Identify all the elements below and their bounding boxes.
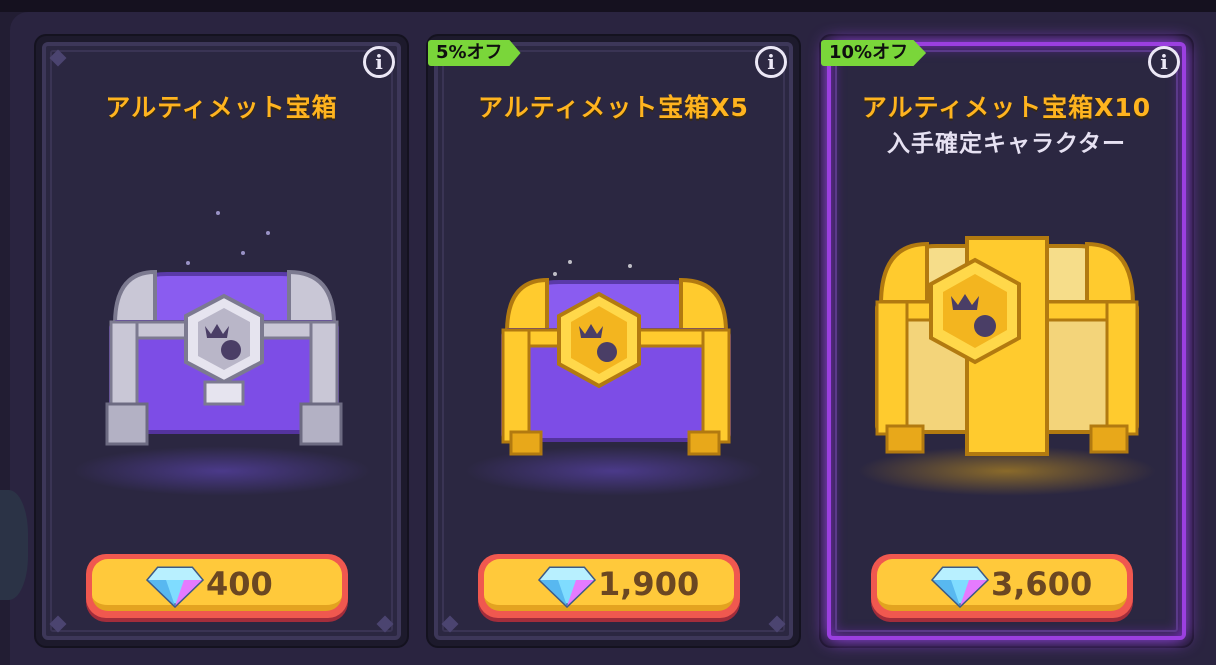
- card-title: アルティメット宝箱: [105, 93, 338, 122]
- diamond-icon: [931, 566, 989, 608]
- buy-button[interactable]: 400: [86, 554, 348, 618]
- buy-button[interactable]: 3,600: [871, 554, 1133, 618]
- info-button[interactable]: i: [363, 46, 395, 78]
- gold-chest-icon: [874, 236, 1139, 456]
- discount-badge: 10%オフ: [821, 40, 927, 66]
- discount-badge: 5%オフ: [428, 40, 521, 66]
- chest-card-ultimate[interactable]: i アルティメット宝箱 400: [36, 36, 407, 646]
- diamond-icon: [146, 566, 204, 608]
- card-subtitle: 入手確定キャラクター: [886, 131, 1127, 157]
- top-bar: [0, 0, 1216, 12]
- price-value: 1,900: [598, 565, 700, 603]
- price-value: 3,600: [991, 565, 1093, 603]
- chest-card-ultimate-x5[interactable]: 5%オフ i アルティメット宝箱X5 1,900: [428, 36, 799, 646]
- info-button[interactable]: i: [755, 46, 787, 78]
- info-button[interactable]: i: [1148, 46, 1180, 78]
- price-value: 400: [206, 565, 273, 603]
- chest-card-ultimate-x10[interactable]: 10%オフ i アルティメット宝箱X10 入手確定キャラクター 3,600: [821, 36, 1192, 646]
- diamond-icon: [538, 566, 596, 608]
- purple-gold-chest-icon: [500, 277, 731, 456]
- card-title: アルティメット宝箱X5: [478, 93, 749, 122]
- buy-button[interactable]: 1,900: [478, 554, 740, 618]
- card-title: アルティメット宝箱X10: [861, 93, 1152, 122]
- purple-silver-chest-icon: [105, 269, 342, 446]
